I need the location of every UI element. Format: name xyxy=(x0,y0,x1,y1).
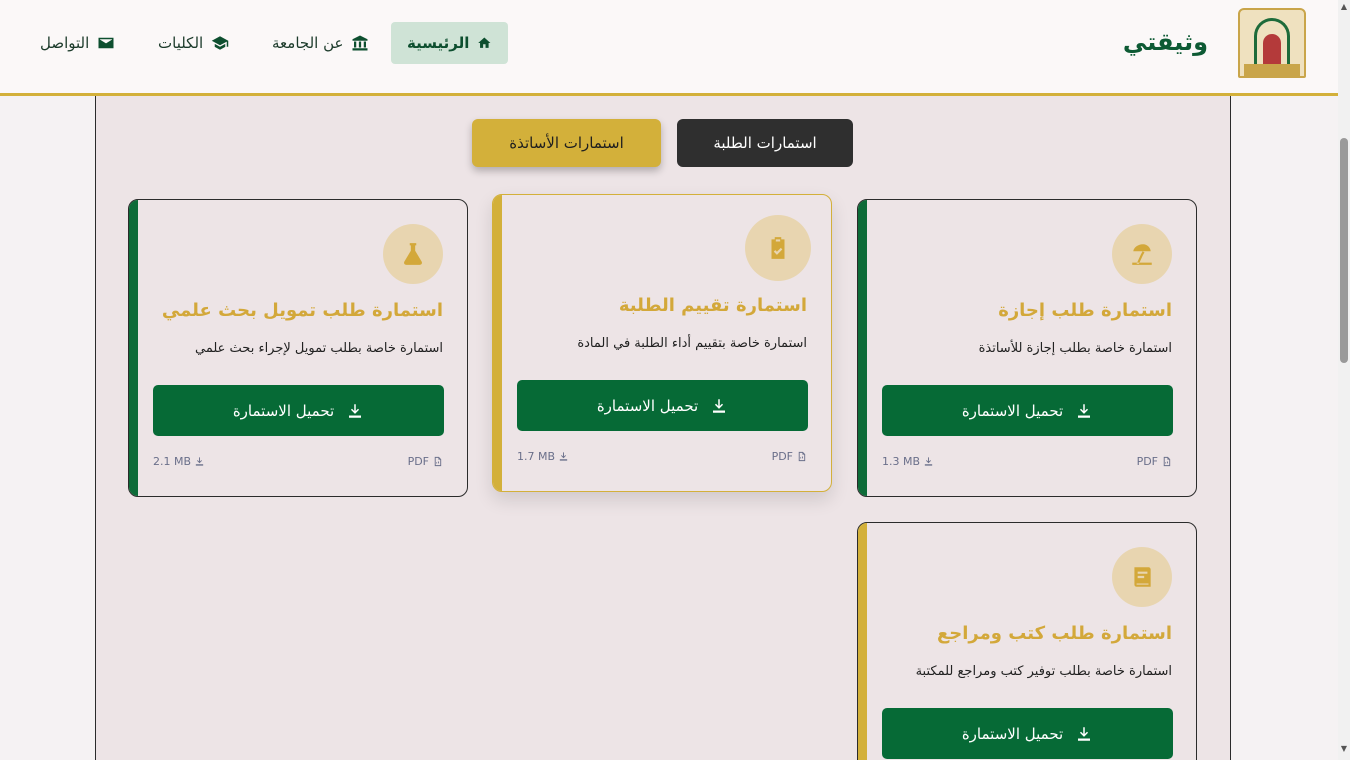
file-type-label: PDF xyxy=(1136,455,1158,468)
tab-student-forms[interactable]: استمارات الطلبة xyxy=(677,119,853,167)
nav-home[interactable]: الرئيسية xyxy=(391,22,508,64)
envelope-icon xyxy=(98,37,114,49)
card-title: استمارة تقييم الطلبة xyxy=(618,295,807,316)
graduation-cap-icon xyxy=(211,36,229,50)
file-type: PDF xyxy=(1137,455,1172,468)
form-card-books-request: استمارة طلب كتب ومراجع استمارة خاصة بطلب… xyxy=(857,522,1197,760)
site-header: وثيقتي الرئيسية عن الجامعة الكليات التوا… xyxy=(0,0,1338,96)
file-size: 1.3 MB xyxy=(882,455,934,468)
card-title: استمارة طلب إجازة xyxy=(998,300,1172,321)
file-size: 1.7 MB xyxy=(517,450,569,463)
download-button-label: تحميل الاستمارة xyxy=(596,396,699,415)
university-logo[interactable] xyxy=(1238,8,1306,78)
download-icon xyxy=(349,403,362,418)
form-card-student-evaluation: استمارة تقييم الطلبة استمارة خاصة بتقييم… xyxy=(492,194,832,492)
nav-about-label: عن الجامعة xyxy=(272,34,344,52)
card-title: استمارة طلب تمويل بحث علمي xyxy=(161,300,443,321)
pdf-file-icon xyxy=(798,451,806,462)
nav-colleges-label: الكليات xyxy=(158,34,204,52)
nav-colleges[interactable]: الكليات xyxy=(142,22,245,64)
download-button[interactable]: تحميل الاستمارة xyxy=(882,385,1173,436)
download-button-label: تحميل الاستمارة xyxy=(232,401,335,420)
file-type-label: PDF xyxy=(407,455,429,468)
nav-about[interactable]: عن الجامعة xyxy=(256,22,385,64)
card-description: استمارة خاصة بطلب تمويل لإجراء بحث علمي xyxy=(195,341,443,356)
download-icon xyxy=(1078,726,1091,741)
home-icon xyxy=(478,37,491,48)
card-title: استمارة طلب كتب ومراجع xyxy=(936,623,1172,644)
download-icon xyxy=(1078,403,1091,418)
beach-umbrella-icon xyxy=(1112,224,1172,284)
download-button[interactable]: تحميل الاستمارة xyxy=(517,380,808,431)
brand-name[interactable]: وثيقتي xyxy=(1123,28,1208,56)
download-button[interactable]: تحميل الاستمارة xyxy=(153,385,444,436)
scrollbar[interactable]: ▲ ▼ xyxy=(1338,0,1350,760)
file-type: PDF xyxy=(408,455,443,468)
scroll-down-arrow[interactable]: ▼ xyxy=(1340,744,1348,753)
download-small-icon xyxy=(195,457,204,466)
book-icon xyxy=(1112,547,1172,607)
card-description: استمارة خاصة بطلب توفير كتب ومراجع للمكت… xyxy=(915,664,1172,679)
card-description: استمارة خاصة بطلب إجازة للأساتذة xyxy=(978,341,1172,356)
form-card-research-funding: استمارة طلب تمويل بحث علمي استمارة خاصة … xyxy=(128,199,468,497)
file-type-label: PDF xyxy=(771,450,793,463)
pdf-file-icon xyxy=(1163,456,1171,467)
download-small-icon xyxy=(924,457,933,466)
clipboard-check-icon xyxy=(745,215,811,281)
scroll-up-arrow[interactable]: ▲ xyxy=(1340,2,1348,11)
file-size-label: 1.3 MB xyxy=(882,455,921,468)
nav-home-label: الرئيسية xyxy=(407,34,470,52)
file-size: 2.1 MB xyxy=(153,455,205,468)
scroll-thumb[interactable] xyxy=(1340,138,1348,363)
download-button-label: تحميل الاستمارة xyxy=(961,724,1064,743)
form-card-leave: استمارة طلب إجازة استمارة خاصة بطلب إجاز… xyxy=(857,199,1197,497)
download-small-icon xyxy=(559,452,568,461)
nav-contact[interactable]: التواصل xyxy=(24,22,131,64)
file-type: PDF xyxy=(772,450,807,463)
university-icon xyxy=(352,35,368,51)
file-size-label: 1.7 MB xyxy=(517,450,556,463)
download-button[interactable]: تحميل الاستمارة xyxy=(882,708,1173,759)
pdf-file-icon xyxy=(434,456,442,467)
download-icon xyxy=(713,398,726,413)
flask-icon xyxy=(383,224,443,284)
download-button-label: تحميل الاستمارة xyxy=(961,401,1064,420)
file-size-label: 2.1 MB xyxy=(153,455,192,468)
tab-teacher-forms[interactable]: استمارات الأساتذة xyxy=(472,119,661,167)
card-description: استمارة خاصة بتقييم أداء الطلبة في الماد… xyxy=(577,336,807,351)
nav-contact-label: التواصل xyxy=(40,34,90,52)
